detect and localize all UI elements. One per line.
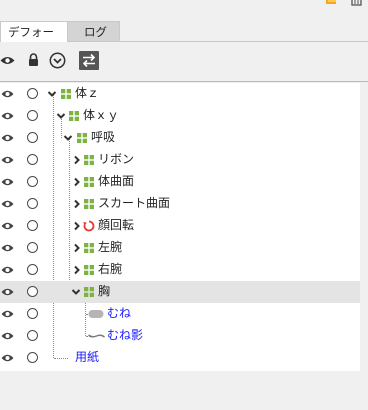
tree-row[interactable]: 体曲面 <box>0 171 360 193</box>
tree-row[interactable]: 体ｘｙ <box>0 105 360 127</box>
tree-row-label: 右腕 <box>98 262 123 276</box>
lock-radio[interactable] <box>27 352 38 363</box>
lock-radio[interactable] <box>27 308 38 319</box>
visibility-eye-icon[interactable] <box>1 308 14 320</box>
chevron-right-icon[interactable] <box>72 199 82 209</box>
lock-icon[interactable] <box>28 53 39 67</box>
eye-icon[interactable] <box>0 55 15 66</box>
warp-grid-icon <box>77 133 87 143</box>
visibility-eye-icon[interactable] <box>1 154 14 166</box>
tree-row-selected[interactable]: 胸 <box>0 281 360 303</box>
chevron-down-icon[interactable] <box>47 89 57 99</box>
warp-grid-icon <box>69 111 79 121</box>
warp-grid-icon <box>84 287 94 297</box>
tree-row-label: 顔回転 <box>98 218 135 232</box>
tree-row[interactable]: 呼吸 <box>0 127 360 149</box>
visibility-eye-icon[interactable] <box>1 220 14 232</box>
lock-radio[interactable] <box>27 330 38 341</box>
lock-radio[interactable] <box>27 110 38 121</box>
panel-tabs: デフォーマ ログ <box>0 21 368 59</box>
art-path-icon <box>88 334 105 338</box>
lock-radio[interactable] <box>27 88 38 99</box>
chevron-down-icon[interactable] <box>71 287 81 297</box>
lock-radio[interactable] <box>27 154 38 165</box>
deformer-tree[interactable]: 体ｚ 体ｘｙ 呼吸 リボン 体曲面 スカート曲面 顔回転 左腕 右腕 胸 むね … <box>0 83 360 371</box>
warp-grid-icon <box>84 265 94 275</box>
toolbar <box>0 42 368 82</box>
rotation-icon <box>83 220 95 232</box>
lock-radio[interactable] <box>27 176 38 187</box>
tree-row[interactable]: むね <box>0 303 360 325</box>
top-bar <box>0 0 368 22</box>
chevron-right-icon[interactable] <box>72 243 82 253</box>
chevron-right-icon[interactable] <box>72 155 82 165</box>
tree-row[interactable]: 顔回転 <box>0 215 360 237</box>
chevron-right-icon[interactable] <box>72 177 82 187</box>
lock-radio[interactable] <box>27 132 38 143</box>
visibility-eye-icon[interactable] <box>1 242 14 254</box>
warp-grid-icon <box>61 89 71 99</box>
tree-row-label: リボン <box>98 152 135 166</box>
trash-icon[interactable] <box>350 0 363 7</box>
warp-grid-icon <box>84 177 94 187</box>
lock-radio[interactable] <box>27 286 38 297</box>
warp-grid-icon <box>84 199 94 209</box>
panel-bottom-empty <box>0 371 368 410</box>
tree-row[interactable]: スカート曲面 <box>0 193 360 215</box>
lock-radio[interactable] <box>27 264 38 275</box>
visibility-eye-icon[interactable] <box>1 352 14 364</box>
visibility-eye-icon[interactable] <box>1 198 14 210</box>
tree-row[interactable]: リボン <box>0 149 360 171</box>
swap-icon[interactable] <box>79 51 99 70</box>
tree-row-label: 胸 <box>98 284 111 298</box>
warp-grid-icon <box>84 155 94 165</box>
tree-row[interactable]: 右腕 <box>0 259 360 281</box>
art-mesh-icon <box>88 310 104 318</box>
tree-row[interactable]: むね影 <box>0 325 360 347</box>
tree-row-label: むね <box>107 306 132 320</box>
circle-chevron-down-icon[interactable] <box>49 52 66 69</box>
visibility-eye-icon[interactable] <box>1 110 14 122</box>
tree-row-label: スカート曲面 <box>98 196 171 210</box>
visibility-eye-icon[interactable] <box>1 286 14 298</box>
lock-radio[interactable] <box>27 242 38 253</box>
tree-row-label: 体ｘｙ <box>83 108 120 122</box>
visibility-eye-icon[interactable] <box>1 264 14 276</box>
tree-row[interactable]: 体ｚ <box>0 83 360 105</box>
visibility-eye-icon[interactable] <box>1 88 14 100</box>
new-document-icon[interactable] <box>325 0 337 6</box>
chevron-right-icon[interactable] <box>72 221 82 231</box>
tab-deformer[interactable]: デフォーマ <box>0 21 68 59</box>
chevron-right-icon[interactable] <box>72 265 82 275</box>
visibility-eye-icon[interactable] <box>1 330 14 342</box>
chevron-down-icon[interactable] <box>56 111 66 121</box>
tree-row-label: 体ｚ <box>75 86 100 100</box>
visibility-eye-icon[interactable] <box>1 176 14 188</box>
chevron-down-icon[interactable] <box>63 133 73 143</box>
tree-row-label: むね影 <box>107 328 144 342</box>
tree-row-label: 用紙 <box>75 350 100 364</box>
tree-row[interactable]: 用紙 <box>0 347 360 369</box>
tree-row-label: 呼吸 <box>91 130 116 144</box>
tab-log[interactable]: ログ <box>68 21 120 42</box>
tree-row[interactable]: 左腕 <box>0 237 360 259</box>
tree-row-label: 体曲面 <box>98 174 135 188</box>
tree-row-label: 左腕 <box>98 240 123 254</box>
lock-radio[interactable] <box>27 220 38 231</box>
warp-grid-icon <box>84 243 94 253</box>
visibility-eye-icon[interactable] <box>1 132 14 144</box>
lock-radio[interactable] <box>27 198 38 209</box>
